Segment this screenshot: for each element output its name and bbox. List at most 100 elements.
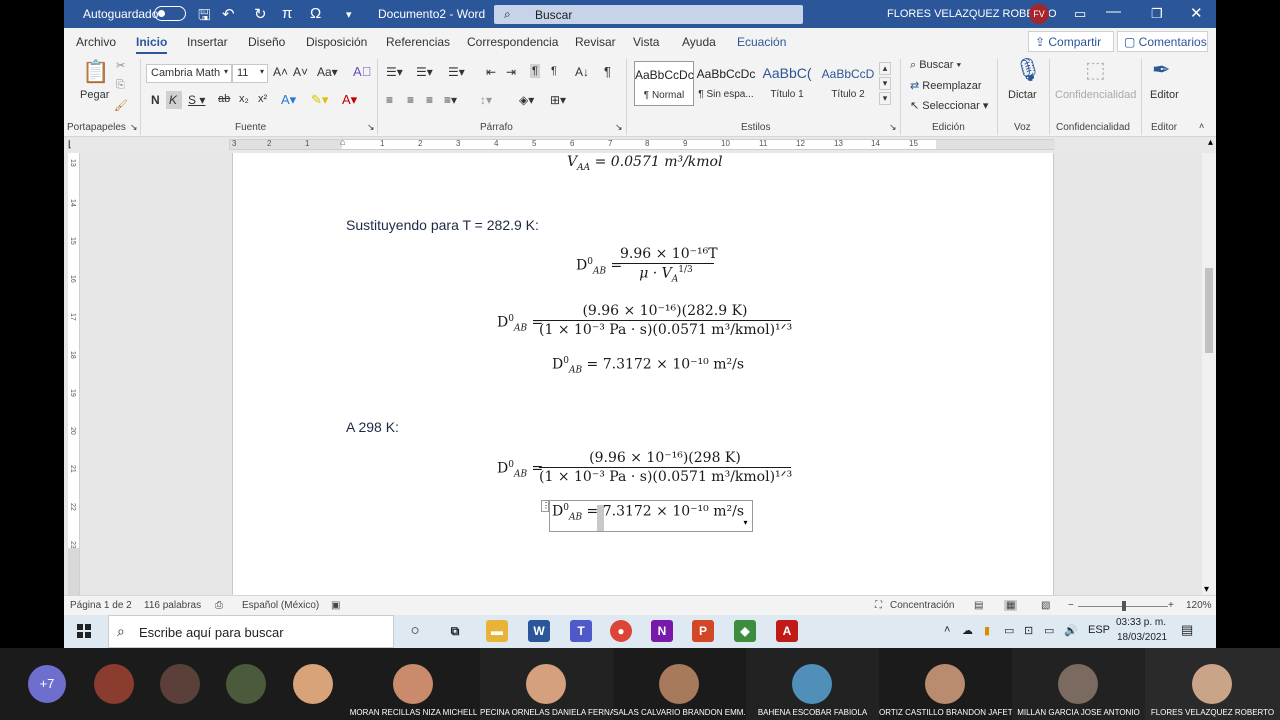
onedrive-icon[interactable]: ☁ <box>962 624 973 637</box>
tray-chevron-icon[interactable]: ˄ <box>944 624 950 636</box>
undo-icon[interactable]: ↶ <box>222 5 235 23</box>
dialog-launcher-icon[interactable]: ↘ <box>130 122 138 133</box>
tab-archivo[interactable]: Archivo <box>76 35 116 49</box>
file-explorer-icon[interactable]: ▬ <box>486 620 508 642</box>
zoom-level[interactable]: 120% <box>1186 600 1212 611</box>
equation-2-lhs[interactable]: D0AB = <box>497 314 543 333</box>
cortana-icon[interactable]: ○ <box>404 620 426 642</box>
customize-toolbar-icon[interactable]: ▾ <box>346 8 352 21</box>
task-view-icon[interactable]: ⧉ <box>444 620 466 642</box>
participant-tile[interactable]: FLORES VELAZQUEZ ROBERTO <box>1145 648 1280 720</box>
superscript-icon[interactable]: x² <box>258 93 267 105</box>
focus-mode-button[interactable]: Concentración <box>890 600 954 611</box>
paragraph-sustituyendo[interactable]: Sustituyendo para T = 282.9 K: <box>346 217 539 233</box>
font-size-select[interactable]: 11 ▾ <box>232 64 268 83</box>
tab-vista[interactable]: Vista <box>633 35 659 49</box>
tab-disposicion[interactable]: Disposición <box>306 35 367 49</box>
ltr-icon[interactable]: ¶ <box>530 64 540 78</box>
autosave-toggle[interactable] <box>154 6 186 21</box>
page-count[interactable]: Página 1 de 2 <box>70 600 132 611</box>
paragraph-a-298[interactable]: A 298 K: <box>346 419 399 435</box>
align-right-icon[interactable]: ≡ <box>426 93 433 107</box>
app-icon[interactable]: ◆ <box>734 620 756 642</box>
acrobat-app-icon[interactable]: A <box>776 620 798 642</box>
proofing-icon[interactable]: ⎙ <box>215 600 223 611</box>
zoom-in-icon[interactable]: + <box>1168 600 1174 611</box>
equation-1-fraction[interactable]: 9.96 × 10⁻¹⁶T μ · VA1/3 <box>618 246 718 284</box>
participant-tile[interactable]: MORAN RECILLAS NIZA MICHELL <box>347 648 480 720</box>
network-icon[interactable]: ⊡ <box>1024 624 1033 637</box>
style-normal[interactable]: AaBbCcDc ¶ Normal <box>634 61 694 106</box>
zoom-out-icon[interactable]: − <box>1068 600 1074 611</box>
font-name-select[interactable]: Cambria Math ▾ <box>146 64 232 83</box>
tab-ayuda[interactable]: Ayuda <box>682 35 716 49</box>
minimize-icon[interactable]: — <box>1106 3 1121 20</box>
styles-scroll-down-icon[interactable]: ▾ <box>879 77 891 90</box>
style-titulo-2[interactable]: AaBbCcD Título 2 <box>818 61 878 106</box>
symbol-omega-icon[interactable]: Ω <box>310 5 321 22</box>
ribbon-display-icon[interactable]: ▭ <box>1074 6 1086 22</box>
monitor-icon[interactable]: ▭ <box>1044 624 1054 637</box>
editor-button[interactable]: Editor <box>1150 89 1179 101</box>
borders-icon[interactable]: ⊞▾ <box>550 93 566 107</box>
multilevel-list-icon[interactable]: ☰▾ <box>448 65 465 79</box>
participant-tile[interactable]: PECINA ORNELAS DANIELA FERNA... <box>480 648 613 720</box>
comments-button[interactable]: ▢ Comentarios <box>1117 31 1208 52</box>
shrink-font-icon[interactable]: A˅ <box>293 65 308 79</box>
vertical-ruler[interactable]: 13 14 15 16 17 18 19 20 21 22 23 24 <box>68 153 80 595</box>
notifications-icon[interactable]: ▤ <box>1181 622 1193 638</box>
tab-diseno[interactable]: Diseño <box>248 35 285 49</box>
onenote-app-icon[interactable]: N <box>651 620 673 642</box>
redo-icon[interactable]: ↻ <box>254 5 267 23</box>
dialog-launcher-icon[interactable]: ↘ <box>615 122 623 133</box>
accessibility-icon[interactable]: ▣ <box>331 600 340 611</box>
grow-font-icon[interactable]: A˄ <box>273 65 288 79</box>
shading-icon[interactable]: ◈▾ <box>519 93 534 107</box>
teams-app-icon[interactable]: T <box>570 620 592 642</box>
scroll-down-icon[interactable]: ▾ <box>1204 584 1209 595</box>
equation-4-fraction[interactable]: (9.96 × 10⁻¹⁶)(298 K) (1 × 10⁻³ Pa · s)(… <box>539 450 792 485</box>
participant-tile[interactable]: BAHENA ESCOBAR FABIOLA <box>746 648 879 720</box>
paste-icon[interactable]: 📋 <box>82 59 109 85</box>
select-button[interactable]: ↖ Seleccionar ▾ <box>910 99 988 112</box>
clock-time[interactable]: 03:33 p. m. <box>1116 617 1166 628</box>
dialog-launcher-icon[interactable]: ↘ <box>889 122 897 133</box>
tab-inicio[interactable]: Inicio <box>136 35 168 54</box>
tab-revisar[interactable]: Revisar <box>575 35 616 49</box>
powerpoint-app-icon[interactable]: P <box>692 620 714 642</box>
scrollbar-thumb[interactable] <box>1205 268 1213 353</box>
format-painter-icon[interactable]: 🖌 <box>114 99 128 112</box>
document-page[interactable]: VAA = 0.0571 m³/kmol Sustituyendo para T… <box>232 153 1054 595</box>
style-titulo-1[interactable]: AaBbC(Título 1 <box>757 61 817 106</box>
meet-icon[interactable]: ▭ <box>1004 624 1014 637</box>
tab-ecuacion[interactable]: Ecuación <box>737 35 786 49</box>
cut-icon[interactable]: ✂ <box>116 59 125 72</box>
dialog-launcher-icon[interactable]: ↘ <box>367 122 375 133</box>
bold-icon[interactable]: N <box>151 93 160 107</box>
clock-date[interactable]: 18/03/2021 <box>1117 632 1167 643</box>
collapse-ribbon-icon[interactable]: ˄ <box>1199 121 1204 131</box>
change-case-icon[interactable]: Aa▾ <box>317 65 338 79</box>
volume-icon[interactable]: 🔊 <box>1064 624 1078 637</box>
rtl-icon[interactable]: ¶ <box>551 65 557 77</box>
equation-4-lhs[interactable]: D0AB = <box>497 460 543 479</box>
focus-icon[interactable]: ⛶ <box>875 600 882 611</box>
close-icon[interactable]: ✕ <box>1190 4 1203 22</box>
replace-button[interactable]: ⇄ Reemplazar <box>910 79 982 92</box>
dictate-button[interactable]: Dictar <box>1008 89 1037 101</box>
windows-start-icon[interactable] <box>77 624 91 638</box>
align-center-icon[interactable]: ≡ <box>407 93 414 107</box>
mic-icon[interactable]: ▮ <box>984 624 990 637</box>
restore-icon[interactable]: ❐ <box>1151 6 1163 22</box>
horizontal-ruler[interactable]: ⌊ 3 2 1 ⌂ 1 2 3 4 5 6 7 8 9 10 11 12 13 … <box>64 137 1216 153</box>
styles-scroll-up-icon[interactable]: ▴ <box>879 62 891 75</box>
increase-indent-icon[interactable]: ⇥ <box>506 65 516 79</box>
participant-tile[interactable]: SALAS CALVARIO BRANDON EMM... <box>613 648 746 720</box>
equation-pi-icon[interactable]: π <box>282 5 292 22</box>
word-count[interactable]: 116 palabras <box>144 600 201 611</box>
input-language[interactable]: ESP <box>1088 624 1110 636</box>
equation-vaa[interactable]: VAA = 0.0571 m³/kmol <box>567 154 722 173</box>
web-layout-icon[interactable]: ▧ <box>1041 600 1050 611</box>
indent-marker-icon[interactable]: ⌂ <box>340 137 345 147</box>
scroll-up-icon[interactable]: ▴ <box>1208 137 1213 148</box>
